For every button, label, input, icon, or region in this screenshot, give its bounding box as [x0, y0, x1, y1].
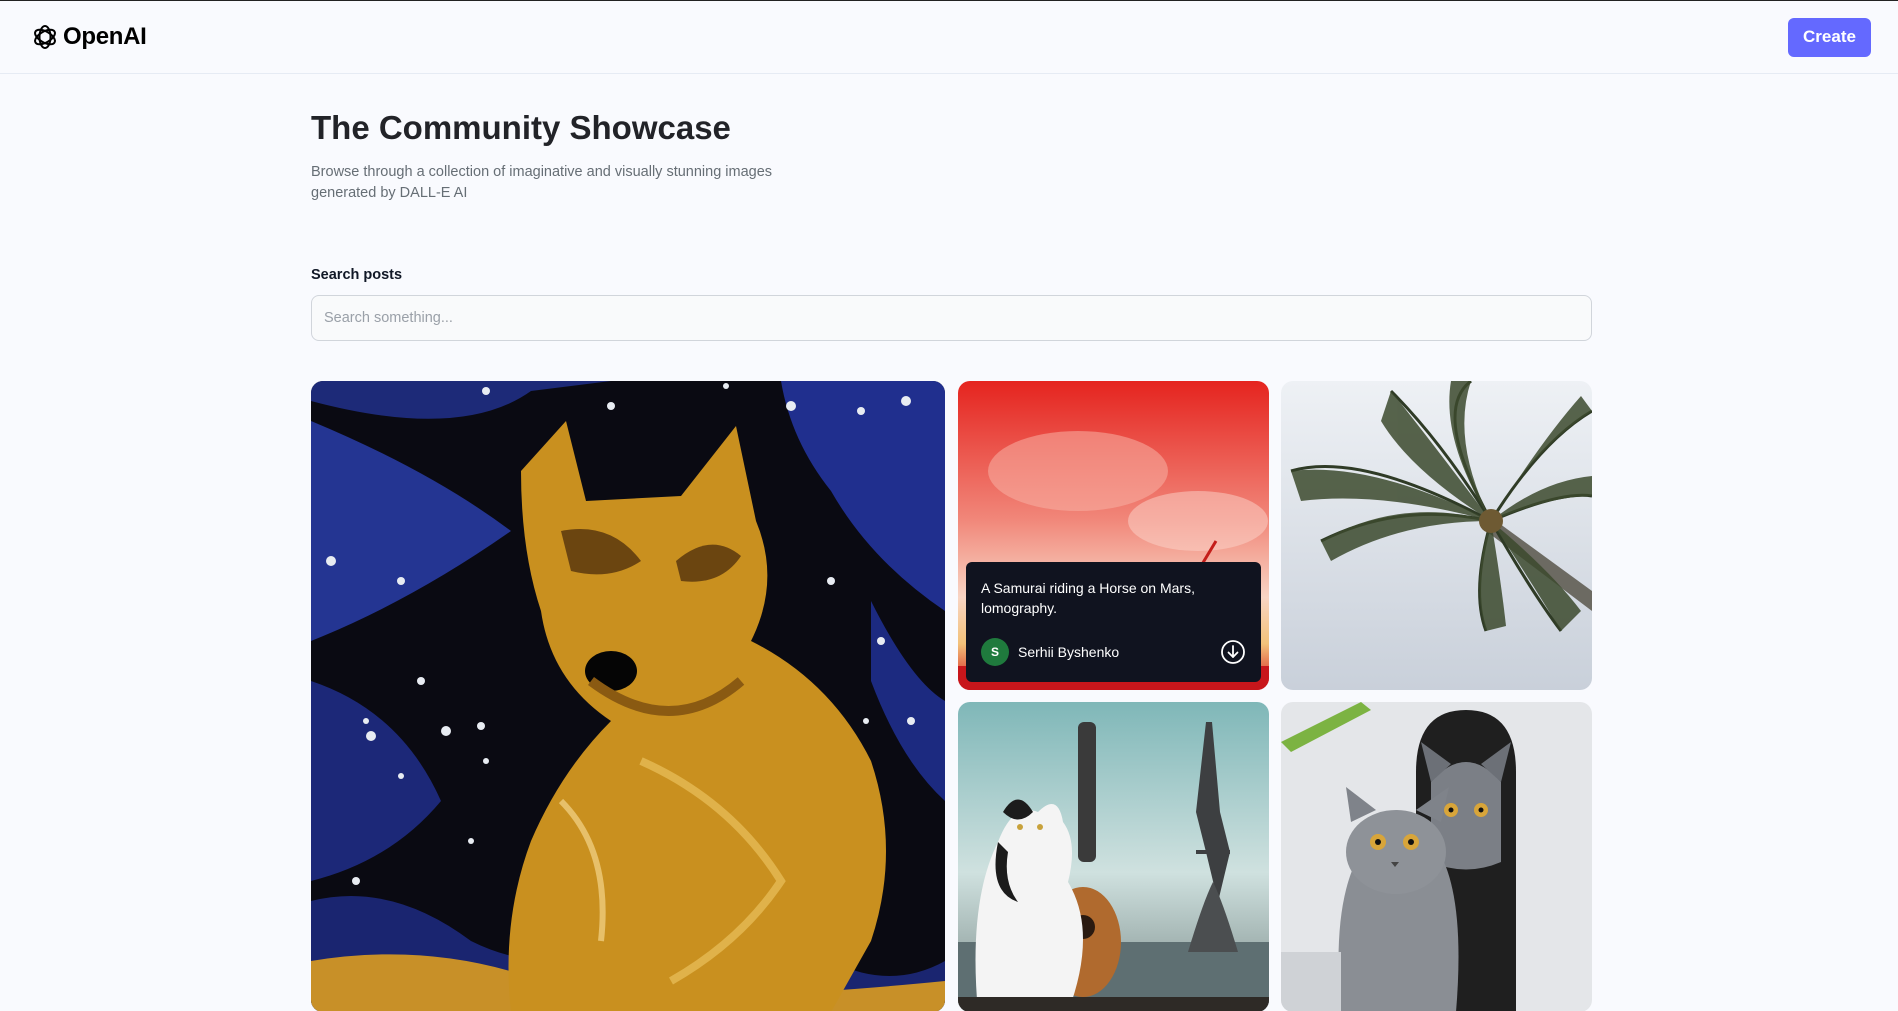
author-name: Serhii Byshenko [1018, 644, 1120, 660]
author-avatar: S [981, 638, 1009, 666]
search-input[interactable] [311, 295, 1592, 341]
page-title: The Community Showcase [311, 109, 731, 146]
gallery-card-fox[interactable] [311, 381, 945, 1011]
fox-painting-image [311, 381, 945, 1011]
gallery-card-palm[interactable] [1281, 381, 1592, 690]
gallery-card-samurai[interactable]: A Samurai riding a Horse on Mars, lomogr… [958, 381, 1269, 690]
guitar-cat-paris-image [958, 702, 1269, 1011]
page-subtitle: Browse through a collection of imaginati… [311, 164, 773, 201]
openai-logo-icon [31, 23, 59, 51]
card-author: S Serhii Byshenko [981, 638, 1119, 666]
create-button[interactable]: Create [1788, 17, 1871, 57]
grey-cats-image [1281, 702, 1592, 1011]
search-label: Search posts [311, 267, 403, 283]
logo-text: OpenAI [63, 23, 147, 50]
card-prompt: A Samurai riding a Horse on Mars, lomogr… [981, 580, 1195, 616]
top-nav: OpenAI Create [0, 1, 1898, 74]
download-icon[interactable] [1220, 639, 1246, 665]
card-hover-overlay: A Samurai riding a Horse on Mars, lomogr… [966, 562, 1261, 682]
card-author-row: S Serhii Byshenko [981, 638, 1246, 666]
openai-logo-link[interactable]: OpenAI [31, 23, 147, 51]
gallery-card-cats[interactable] [1281, 702, 1592, 1011]
gallery-card-guitar-cat[interactable] [958, 702, 1269, 1011]
palm-tree-image [1281, 381, 1592, 690]
